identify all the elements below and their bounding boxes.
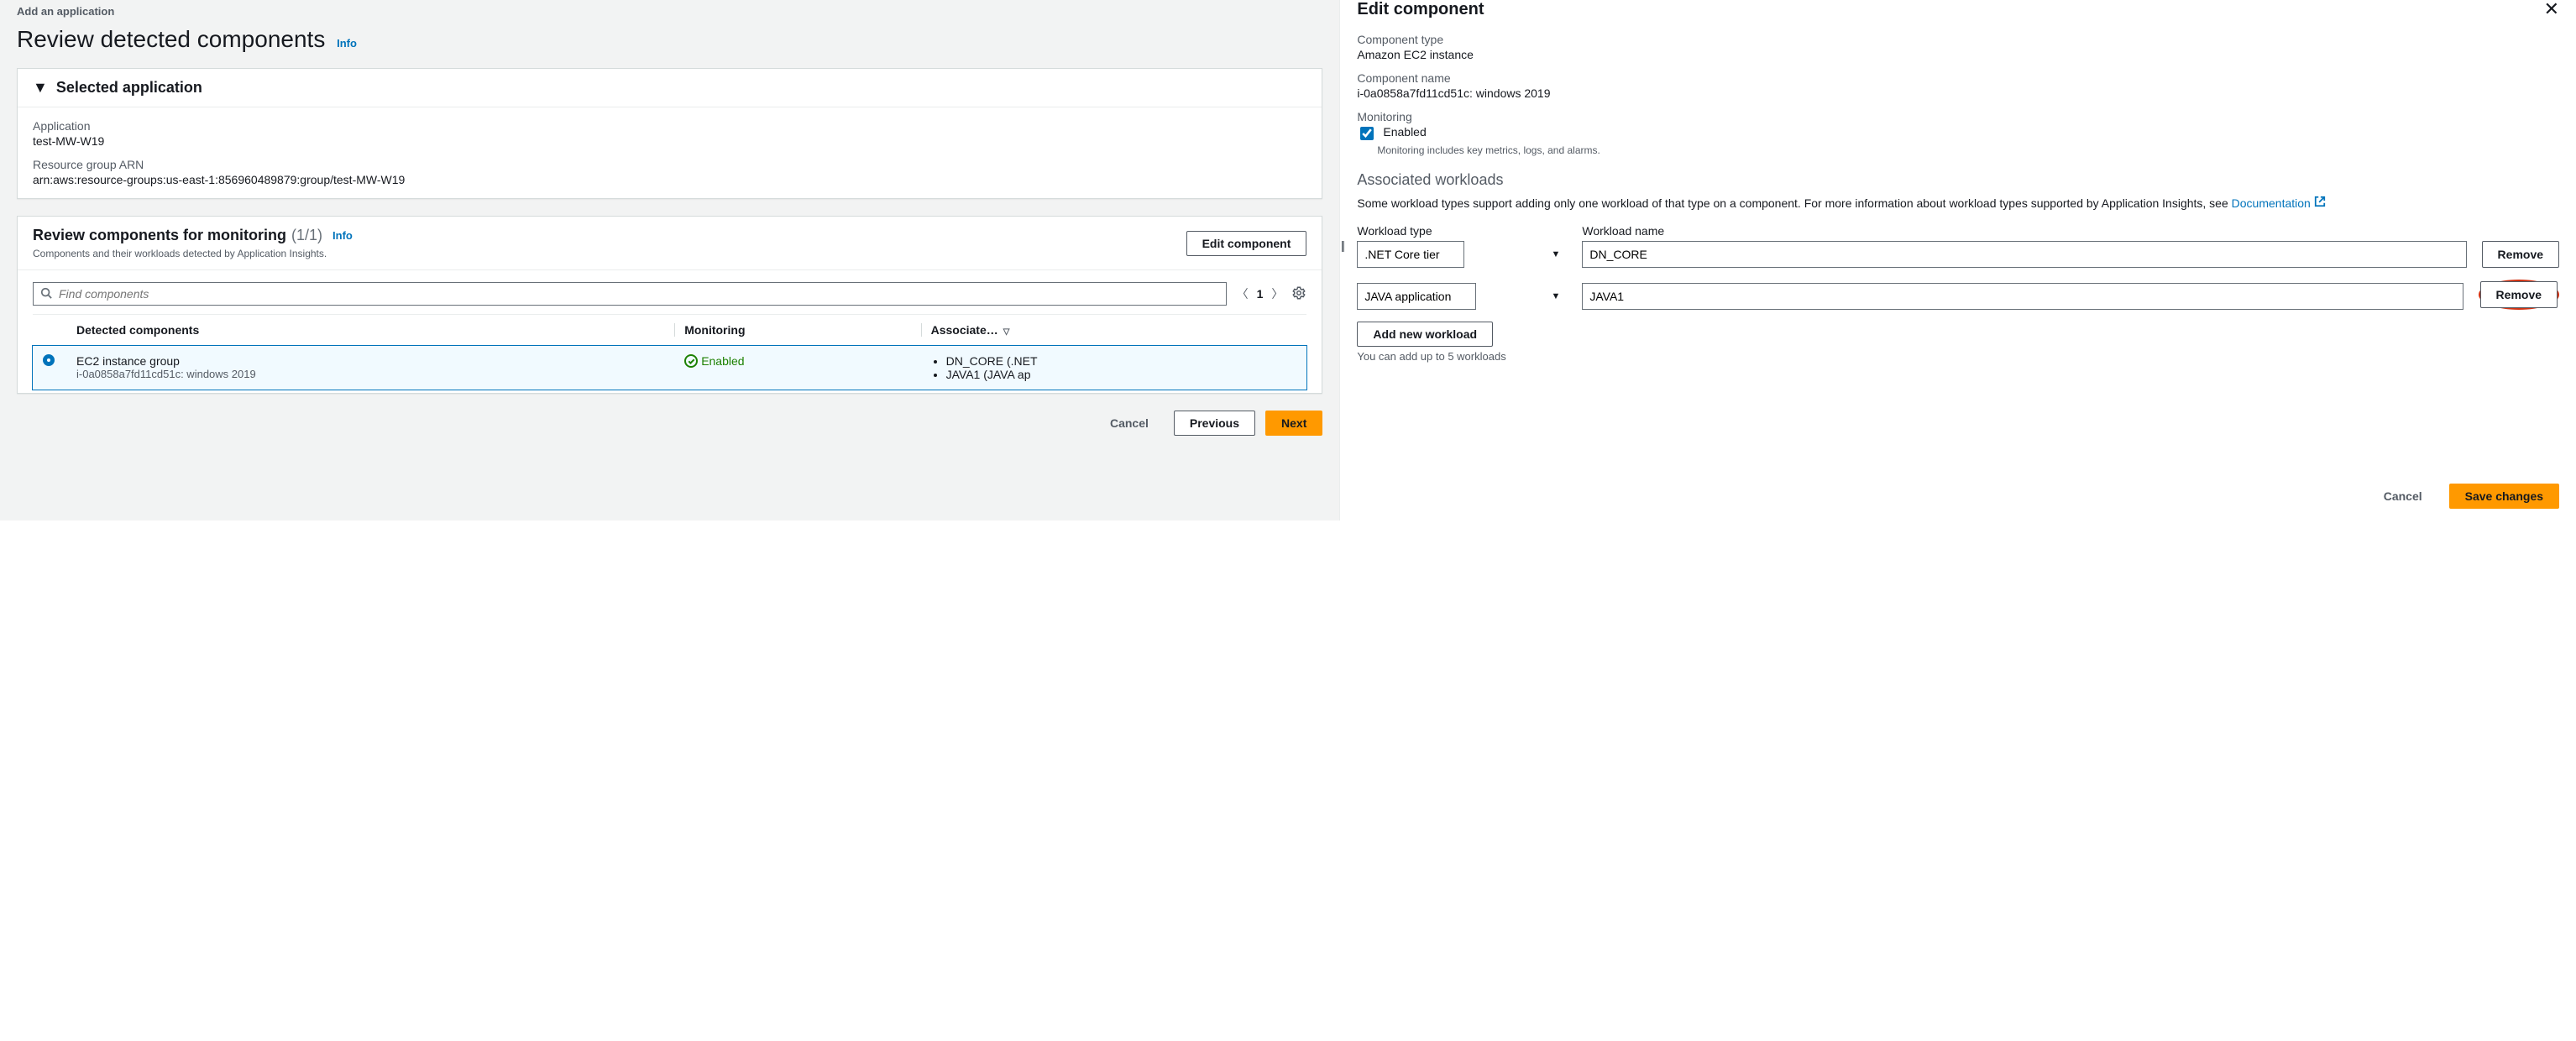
workload-name-input[interactable] (1582, 241, 2466, 268)
component-name-label: Component name (1357, 71, 2559, 85)
component-name-value: i-0a0858a7fd11cd51c: windows 2019 (1357, 86, 2559, 100)
panel-cancel-button[interactable]: Cancel (2369, 484, 2437, 508)
workload-limit-note: You can add up to 5 workloads (1357, 350, 2559, 363)
monitoring-enabled-label: Enabled (1383, 125, 1426, 139)
caret-down-icon: ▼ (33, 79, 48, 97)
breadcrumb: Add an application (17, 5, 1322, 18)
page-number: 1 (1257, 287, 1264, 301)
sort-icon: ▽ (1003, 327, 1010, 337)
workload-type-label: Workload type (1357, 224, 1567, 238)
info-link[interactable]: Info (337, 37, 357, 50)
previous-button[interactable]: Previous (1174, 411, 1255, 436)
col-associated[interactable]: Associate…▽ (921, 315, 1307, 346)
check-circle-icon (684, 354, 698, 368)
workload-row: JAVA application ▼ Remove (1357, 280, 2559, 310)
component-type-label: Component type (1357, 33, 2559, 46)
remove-highlight: Remove (2479, 280, 2559, 310)
col-monitoring[interactable]: Monitoring (674, 315, 920, 346)
review-components-card: Review components for monitoring (1/1) I… (17, 216, 1322, 394)
selected-application-title: Selected application (56, 79, 202, 97)
documentation-link[interactable]: Documentation (2232, 196, 2311, 210)
associated-workloads-help: Some workload types support adding only … (1357, 196, 2559, 212)
workload-name-label: Workload name (1582, 224, 2466, 238)
monitoring-sub: Monitoring includes key metrics, logs, a… (1377, 144, 2559, 156)
cancel-button[interactable]: Cancel (1095, 411, 1164, 436)
workload-type-select[interactable]: .NET Core tier (1357, 241, 1464, 268)
next-button[interactable]: Next (1265, 411, 1322, 436)
component-type-value: Amazon EC2 instance (1357, 48, 2559, 61)
settings-gear-icon[interactable] (1291, 285, 1306, 303)
list-item: JAVA1 (JAVA ap (946, 368, 1297, 381)
remove-workload-button[interactable]: Remove (2482, 241, 2559, 268)
row-radio[interactable] (43, 354, 55, 366)
panel-title: Edit component (1357, 0, 1484, 19)
workload-row: Workload type .NET Core tier ▼ Workload … (1357, 224, 2559, 268)
search-icon (40, 287, 52, 301)
list-item: DN_CORE (.NET (946, 354, 1297, 368)
page-next-icon[interactable]: 〉 (1271, 285, 1283, 302)
search-input[interactable] (57, 286, 1219, 301)
review-components-subtitle: Components and their workloads detected … (33, 248, 353, 259)
search-box[interactable] (33, 282, 1227, 306)
review-components-header: Review components for monitoring (1/1) I… (18, 217, 1322, 270)
application-value: test-MW-W19 (33, 134, 1306, 148)
chevron-down-icon: ▼ (1551, 249, 1560, 259)
resource-group-arn-label: Resource group ARN (33, 158, 1306, 171)
monitoring-enabled-checkbox[interactable] (1360, 127, 1374, 140)
page-prev-icon[interactable]: 〈 (1237, 285, 1249, 302)
workload-name-input[interactable] (1582, 283, 2463, 310)
review-components-title: Review components for monitoring (33, 227, 286, 244)
save-changes-button[interactable]: Save changes (2449, 484, 2559, 509)
component-sub: i-0a0858a7fd11cd51c: windows 2019 (76, 368, 664, 380)
workload-type-select[interactable]: JAVA application (1357, 283, 1476, 310)
external-link-icon (2314, 196, 2326, 210)
monitoring-status: Enabled (684, 354, 744, 368)
components-table: Detected components Monitoring Associate… (33, 314, 1306, 390)
col-detected-components[interactable]: Detected components (66, 315, 674, 346)
table-row[interactable]: EC2 instance group i-0a0858a7fd11cd51c: … (33, 346, 1306, 390)
selected-application-card: ▼ Selected application Application test-… (17, 68, 1322, 199)
component-name: EC2 instance group (76, 354, 664, 368)
associated-list: DN_CORE (.NET JAVA1 (JAVA ap (931, 354, 1297, 381)
page-title: Review detected components Info (17, 26, 1322, 53)
monitoring-label: Monitoring (1357, 110, 2559, 123)
add-new-workload-button[interactable]: Add new workload (1357, 322, 1493, 347)
chevron-down-icon: ▼ (1551, 291, 1560, 301)
close-icon[interactable]: ✕ (2544, 0, 2559, 18)
selected-application-header[interactable]: ▼ Selected application (18, 69, 1322, 107)
review-components-info-link[interactable]: Info (332, 229, 353, 242)
application-label: Application (33, 119, 1306, 133)
resize-handle-icon[interactable]: || (1337, 235, 1347, 255)
resource-group-arn-value: arn:aws:resource-groups:us-east-1:856960… (33, 173, 1306, 186)
review-components-count: (1/1) (291, 227, 322, 244)
page-title-text: Review detected components (17, 26, 325, 52)
associated-workloads-title: Associated workloads (1357, 171, 2559, 189)
remove-workload-button[interactable]: Remove (2480, 281, 2558, 308)
edit-component-button[interactable]: Edit component (1186, 231, 1307, 256)
